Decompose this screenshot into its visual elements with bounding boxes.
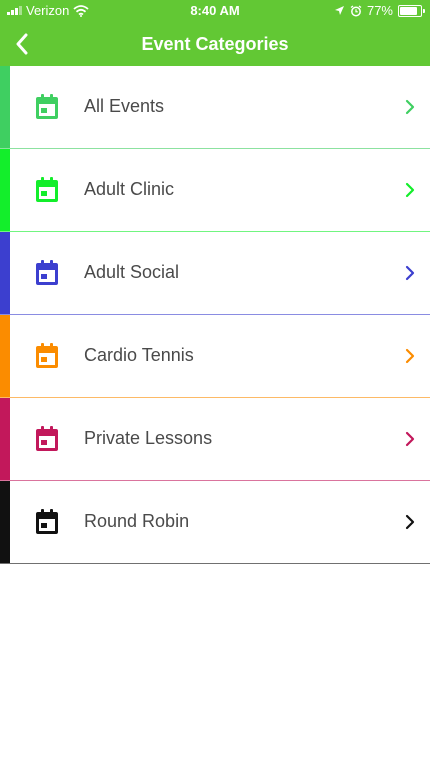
location-arrow-icon: [334, 6, 344, 15]
category-color-stripe: [0, 481, 10, 563]
chevron-right-icon: [405, 182, 415, 198]
calendar-icon: [36, 94, 58, 119]
calendar-icon: [36, 343, 58, 368]
category-row[interactable]: All Events: [0, 66, 430, 149]
category-row[interactable]: Private Lessons: [0, 398, 430, 481]
chevron-right-icon: [405, 265, 415, 281]
category-row[interactable]: Round Robin: [0, 481, 430, 564]
category-row[interactable]: Cardio Tennis: [0, 315, 430, 398]
calendar-icon: [36, 426, 58, 451]
chevron-right-icon: [405, 431, 415, 447]
status-right: 77%: [334, 3, 425, 18]
category-label: Cardio Tennis: [84, 345, 194, 365]
category-color-stripe: [0, 66, 10, 148]
chevron-right-icon: [405, 348, 415, 364]
category-color-stripe: [0, 149, 10, 231]
category-list: All Events Adult Clinic Adult Social Cardio…: [0, 66, 430, 564]
page-title: Event Categories: [141, 34, 289, 54]
category-row[interactable]: Adult Clinic: [0, 149, 430, 232]
calendar-icon: [36, 509, 58, 534]
category-label: All Events: [84, 96, 165, 116]
nav-bar: Event Categories: [0, 22, 430, 66]
category-row[interactable]: Adult Social: [0, 232, 430, 315]
category-color-stripe: [0, 398, 10, 480]
chevron-right-icon: [405, 99, 415, 115]
calendar-icon: [36, 260, 58, 285]
alarm-icon: [350, 4, 362, 16]
category-label: Adult Clinic: [84, 179, 175, 199]
category-color-stripe: [0, 315, 10, 397]
category-label: Round Robin: [84, 511, 190, 531]
status-bar: Verizon 8:40 AM 77%: [0, 0, 430, 22]
chevron-right-icon: [405, 514, 415, 530]
battery-icon: [398, 4, 425, 17]
category-label: Adult Social: [84, 262, 180, 282]
battery-percent: 77%: [366, 3, 393, 18]
calendar-icon: [36, 177, 58, 202]
category-color-stripe: [0, 232, 10, 314]
category-label: Private Lessons: [84, 428, 213, 448]
